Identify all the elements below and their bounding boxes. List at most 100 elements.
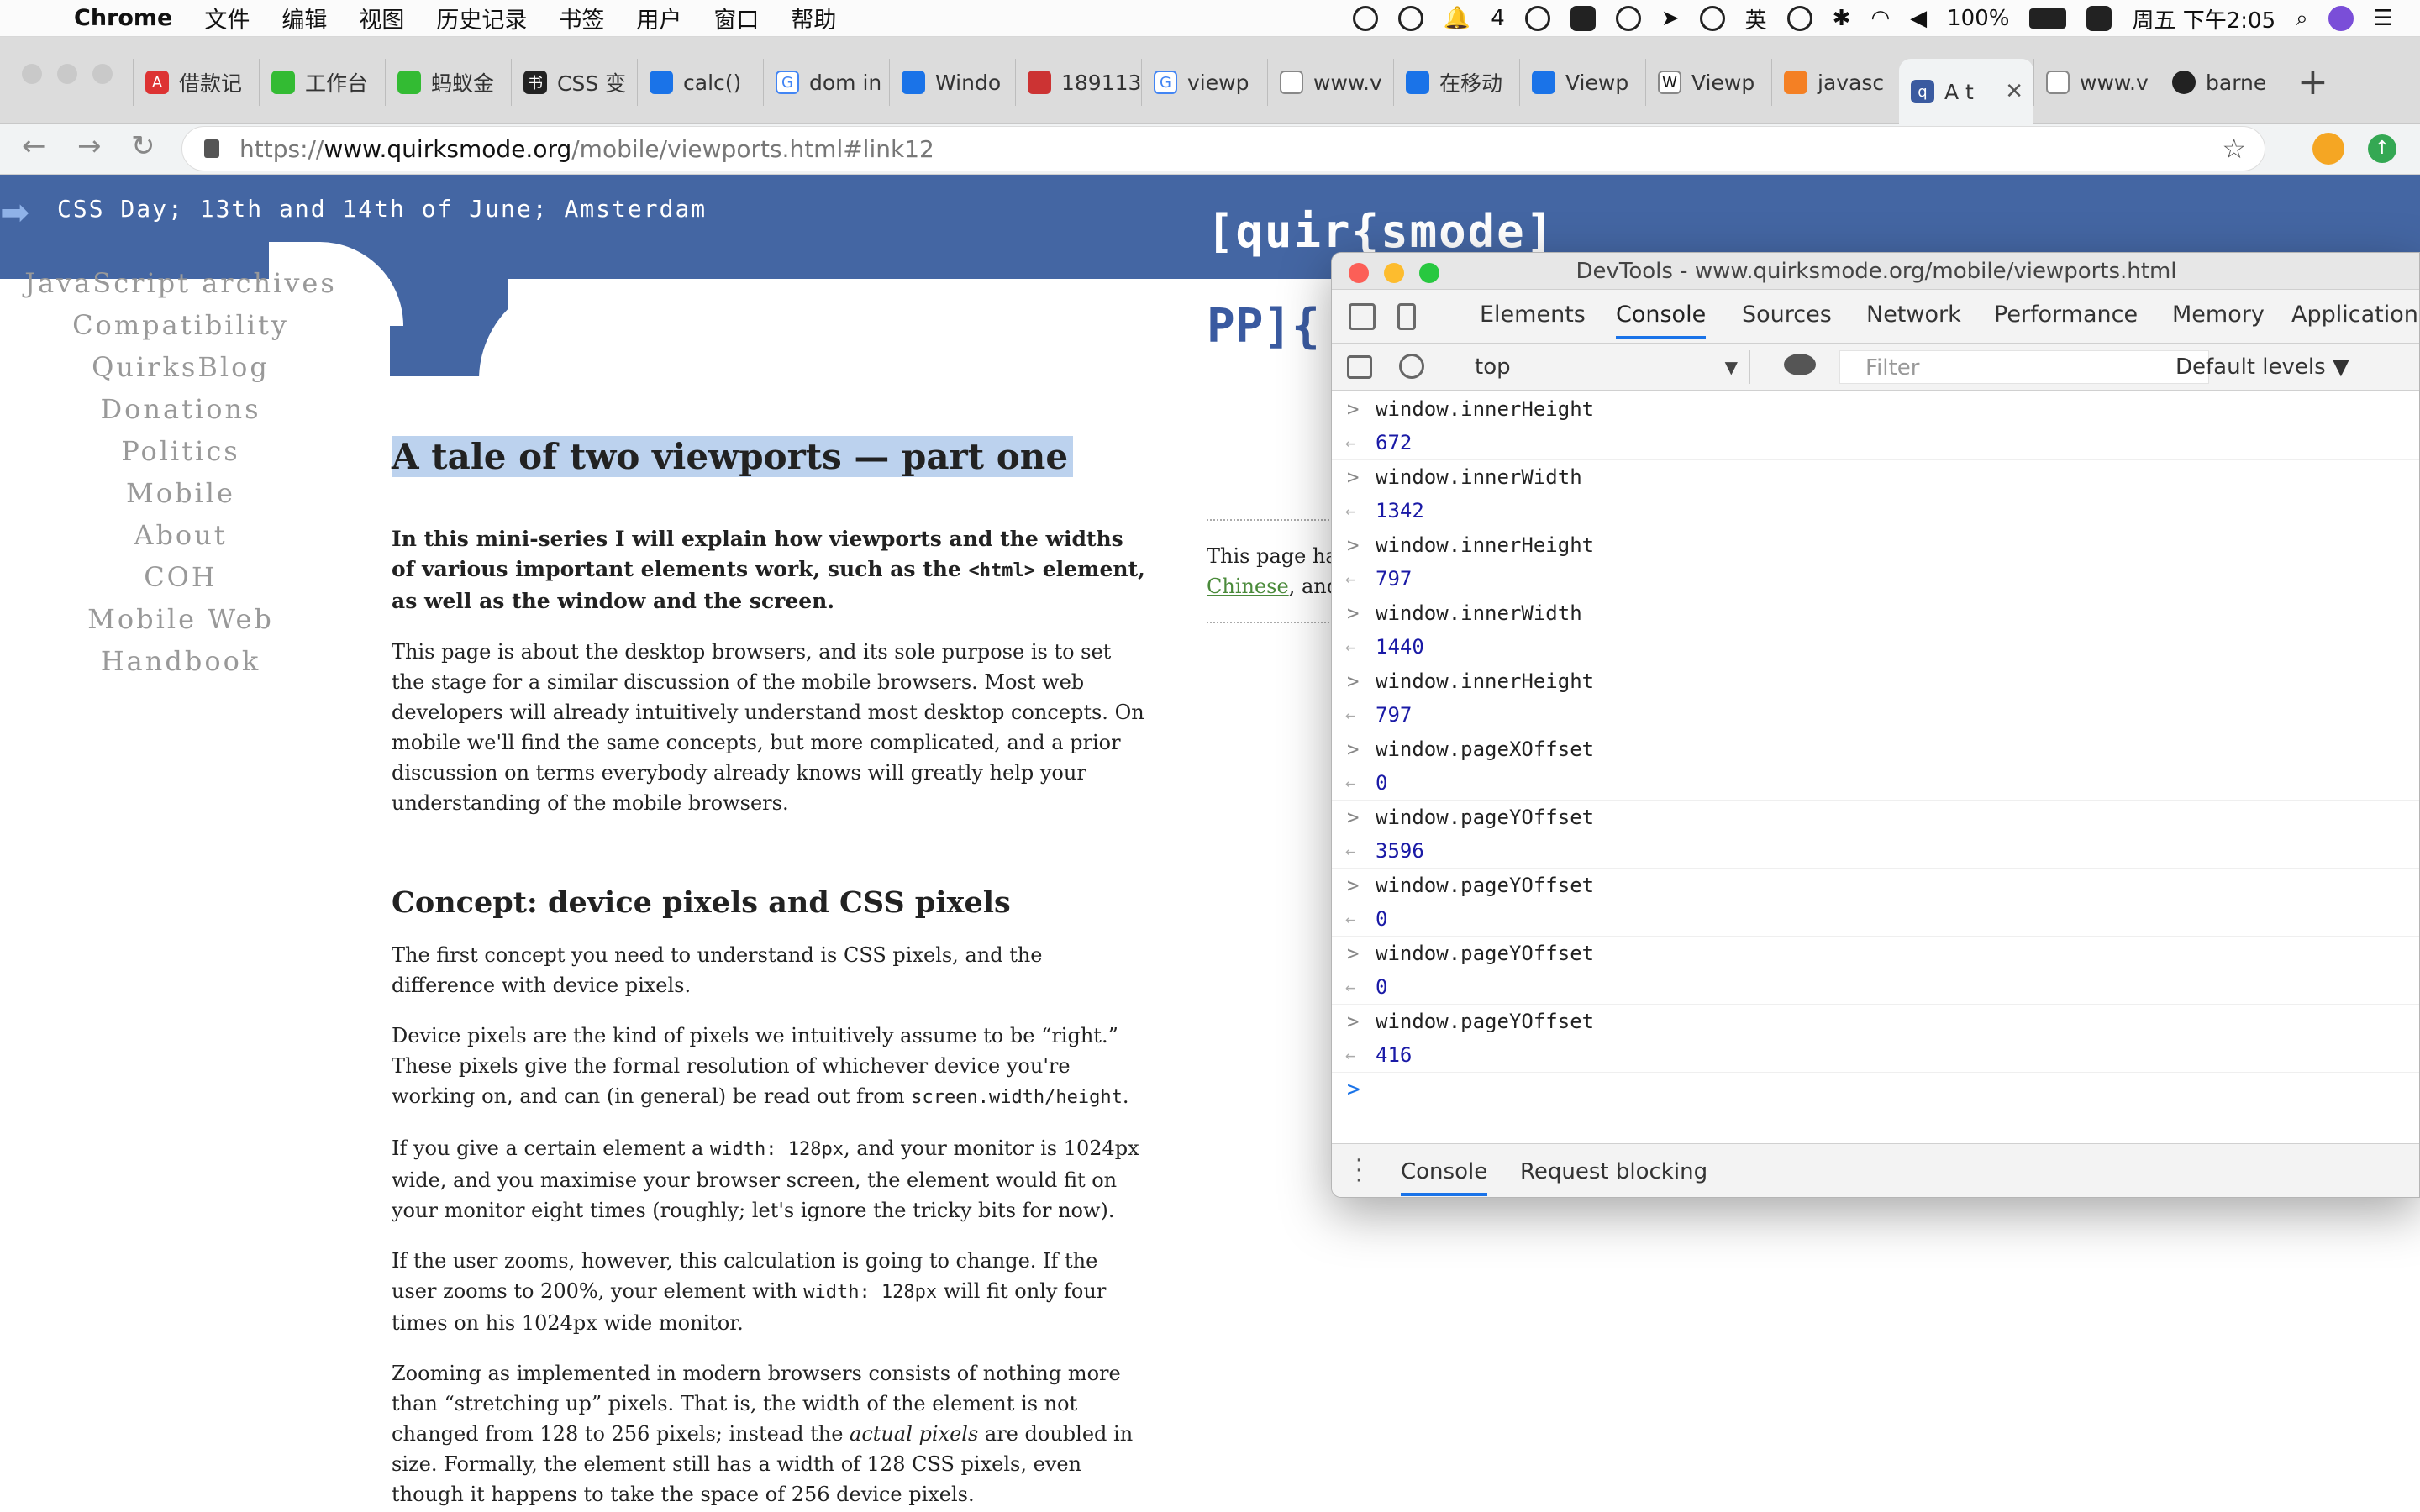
console-output[interactable]: window.innerHeight672 window.innerWidth1…: [1332, 392, 2419, 1102]
console-result-line[interactable]: 672: [1332, 426, 2419, 459]
console-input-line[interactable]: window.innerHeight: [1332, 528, 2419, 562]
nav-about[interactable]: About: [0, 514, 361, 556]
volume-icon[interactable]: ◀: [1910, 6, 1927, 31]
minimize-window-button[interactable]: [57, 64, 77, 84]
context-selector[interactable]: top ▼: [1465, 350, 1750, 384]
console-result-line[interactable]: 797: [1332, 562, 2419, 596]
menubar-clock[interactable]: 周五 下午2:05: [2132, 3, 2275, 34]
tab-3[interactable]: 蚂蚁金: [385, 59, 511, 106]
devtools-close-button[interactable]: [1349, 263, 1369, 283]
menu-bookmarks[interactable]: 书签: [559, 2, 604, 34]
menu-people[interactable]: 用户: [636, 2, 681, 34]
more-tools-kebab-icon[interactable]: · · ·: [1355, 1150, 1362, 1192]
tab-8[interactable]: 189113: [1015, 59, 1141, 106]
console-input-line[interactable]: window.pageXOffset: [1332, 732, 2419, 766]
tab-14[interactable]: javasc: [1771, 59, 1897, 106]
console-input-line[interactable]: window.pageYOffset: [1332, 937, 2419, 970]
console-input-line[interactable]: window.pageYOffset: [1332, 1005, 2419, 1038]
console-result-line[interactable]: 0: [1332, 766, 2419, 800]
tab-sources[interactable]: Sources: [1742, 302, 1832, 328]
reload-button[interactable]: ↻: [131, 129, 155, 163]
console-result-line[interactable]: 0: [1332, 902, 2419, 936]
input-method-indicator[interactable]: 英: [1745, 3, 1767, 34]
console-result-line[interactable]: 1440: [1332, 630, 2419, 664]
tab-elements[interactable]: Elements: [1480, 302, 1586, 328]
battery-icon[interactable]: [2029, 8, 2067, 29]
back-button[interactable]: ←: [22, 129, 46, 163]
app-status-icon[interactable]: [1352, 6, 1378, 31]
console-result-line[interactable]: 797: [1332, 698, 2419, 732]
tab-13[interactable]: W Viewp: [1645, 59, 1771, 106]
nav-quirksblog[interactable]: QuirksBlog: [0, 346, 361, 388]
tab-9[interactable]: Gviewp: [1141, 59, 1267, 106]
inspect-element-icon[interactable]: [1349, 303, 1376, 330]
nav-coh[interactable]: COH: [0, 556, 361, 598]
tab-12[interactable]: Viewp: [1519, 59, 1645, 106]
bluetooth-icon[interactable]: ✱: [1833, 6, 1851, 31]
tab-11[interactable]: 在移动: [1393, 59, 1519, 106]
clear-console-icon[interactable]: [1399, 354, 1424, 379]
wechat-icon[interactable]: [1397, 6, 1423, 31]
nav-politics[interactable]: Politics: [0, 430, 361, 472]
console-input-line[interactable]: window.pageYOffset: [1332, 801, 2419, 834]
menu-view[interactable]: 视图: [359, 2, 404, 34]
tab-application[interactable]: Application: [2291, 302, 2418, 328]
do-not-disturb-icon[interactable]: [1786, 6, 1812, 31]
tab-console[interactable]: Console: [1616, 302, 1707, 339]
tab-6[interactable]: Gdom in: [763, 59, 889, 106]
console-input-line[interactable]: window.innerHeight: [1332, 392, 2419, 426]
menu-history[interactable]: 历史记录: [436, 2, 527, 34]
menu-help[interactable]: 帮助: [791, 2, 836, 34]
tab-1[interactable]: A 借款记: [133, 59, 259, 106]
nav-compatibility[interactable]: Compatibility: [0, 304, 361, 346]
close-window-button[interactable]: [22, 64, 42, 84]
tab-10[interactable]: www.v: [1267, 59, 1393, 106]
nav-mobile-web-1[interactable]: Mobile Web: [0, 598, 361, 640]
device-toolbar-icon[interactable]: [1397, 303, 1416, 330]
notification-center-icon[interactable]: ☰: [2374, 6, 2393, 31]
zoom-window-button[interactable]: [92, 64, 113, 84]
tab-performance[interactable]: Performance: [1994, 302, 2138, 328]
console-filter-input[interactable]: Filter: [1839, 350, 2209, 384]
console-result-line[interactable]: 0: [1332, 970, 2419, 1004]
console-input-line[interactable]: window.innerHeight: [1332, 664, 2419, 698]
menu-app-chrome[interactable]: Chrome: [74, 5, 172, 31]
time-machine-icon[interactable]: [1615, 6, 1641, 31]
log-levels-dropdown[interactable]: Default levels ▼: [2175, 350, 2349, 384]
devtools-minimize-button[interactable]: [1384, 263, 1404, 283]
extension-avatar-icon[interactable]: [2312, 133, 2344, 165]
forward-button[interactable]: →: [77, 129, 102, 163]
announcement-link[interactable]: CSS Day; 13th and 14th of June; Amsterda…: [57, 195, 707, 223]
console-input-line[interactable]: window.innerWidth: [1332, 596, 2419, 630]
tab-active-quirksmode[interactable]: q A t ✕: [1899, 59, 2033, 124]
nav-javascript-archives[interactable]: JavaScript archives: [0, 262, 361, 304]
console-input-line[interactable]: window.innerWidth: [1332, 460, 2419, 494]
tab-2[interactable]: 工作台: [259, 59, 385, 106]
chinese-translation-link[interactable]: Chinese: [1207, 575, 1289, 598]
tab-7[interactable]: Windo: [889, 59, 1015, 106]
menu-file[interactable]: 文件: [204, 2, 250, 34]
console-input-line[interactable]: window.pageYOffset: [1332, 869, 2419, 902]
console-prompt[interactable]: >: [1332, 1073, 2419, 1106]
emoji-icon[interactable]: [1699, 6, 1725, 31]
drive-icon[interactable]: [1570, 6, 1596, 31]
close-tab-icon[interactable]: ✕: [2005, 79, 2023, 104]
drawer-tab-console[interactable]: Console: [1401, 1159, 1488, 1196]
console-result-line[interactable]: 3596: [1332, 834, 2419, 868]
show-sidebar-icon[interactable]: [1347, 355, 1372, 379]
menu-edit[interactable]: 编辑: [281, 2, 327, 34]
tab-5[interactable]: calc(): [637, 59, 763, 106]
console-result-line[interactable]: 416: [1332, 1038, 2419, 1072]
lock-icon[interactable]: [204, 139, 219, 158]
tab-4[interactable]: 书 CSS 变: [511, 59, 637, 106]
devtools-zoom-button[interactable]: [1419, 263, 1439, 283]
nav-handbook[interactable]: Handbook: [0, 640, 361, 682]
spotlight-search-icon[interactable]: ⌕: [2296, 6, 2308, 32]
console-result-line[interactable]: 1342: [1332, 494, 2419, 528]
address-bar[interactable]: https://www.quirksmode.org/mobile/viewpo…: [182, 126, 2265, 171]
nav-donations[interactable]: Donations: [0, 388, 361, 430]
live-expression-eye-icon[interactable]: [1784, 354, 1816, 375]
bookmark-star-icon[interactable]: ☆: [2222, 133, 2246, 165]
menu-window[interactable]: 窗口: [713, 2, 759, 34]
site-logo[interactable]: [quir{smode]: [1207, 205, 1555, 258]
